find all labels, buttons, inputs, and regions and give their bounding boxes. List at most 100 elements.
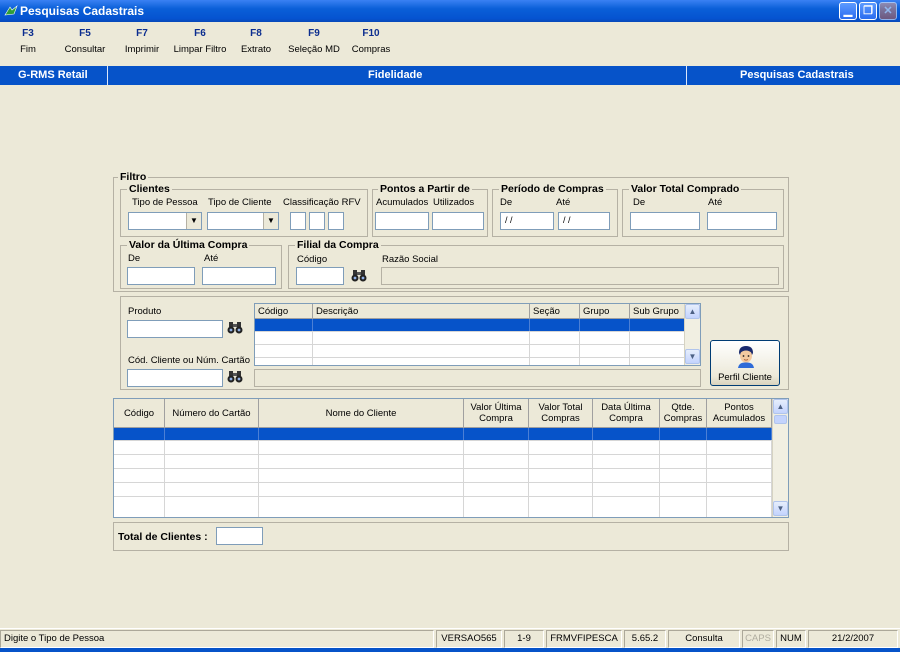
clientes-grid-scrollbar[interactable]: ▲ ▼ bbox=[772, 399, 788, 517]
column-header[interactable]: Grupo bbox=[580, 304, 630, 318]
table-row[interactable] bbox=[114, 469, 772, 483]
scroll-thumb[interactable] bbox=[774, 415, 787, 424]
column-header[interactable]: Sub Grupo bbox=[630, 304, 685, 318]
periodo-de-input[interactable]: / / bbox=[500, 212, 554, 230]
valor-total-de-input[interactable] bbox=[630, 212, 700, 230]
band-separator bbox=[686, 66, 687, 85]
rfv-f-input[interactable] bbox=[309, 212, 325, 230]
produto-description-field bbox=[254, 369, 701, 387]
rfv-v-input[interactable] bbox=[328, 212, 344, 230]
table-row[interactable] bbox=[255, 345, 685, 358]
status-mode: Consulta bbox=[668, 630, 740, 648]
toolbar-key: F5 bbox=[79, 28, 91, 39]
toolbar-compras-button[interactable]: F10 Compras bbox=[349, 28, 393, 55]
column-header[interactable]: Qtde. Compras bbox=[660, 399, 707, 427]
toolbar-label: Compras bbox=[351, 44, 391, 55]
produto-input[interactable] bbox=[127, 320, 223, 338]
table-row[interactable] bbox=[255, 358, 685, 365]
toolbar-consultar-button[interactable]: F5 Consultar bbox=[62, 28, 108, 55]
clientes-grid[interactable]: Código Número do Cartão Nome do Cliente … bbox=[113, 398, 789, 518]
column-header[interactable]: Valor Última Compra bbox=[464, 399, 529, 427]
column-header[interactable]: Número do Cartão bbox=[165, 399, 259, 427]
toolbar-key: F7 bbox=[136, 28, 148, 39]
valor-total-ate-input[interactable] bbox=[707, 212, 777, 230]
periodo-ate-label: Até bbox=[556, 197, 571, 208]
table-row[interactable] bbox=[114, 483, 772, 497]
column-header[interactable]: Código bbox=[255, 304, 313, 318]
ultima-compra-de-input[interactable] bbox=[127, 267, 195, 285]
scroll-up-icon[interactable]: ▲ bbox=[773, 399, 788, 414]
tipo-pessoa-select[interactable]: ▼ bbox=[128, 212, 202, 230]
scroll-down-icon[interactable]: ▼ bbox=[685, 349, 700, 364]
column-header[interactable]: Pontos Acumulados bbox=[707, 399, 772, 427]
toolbar-key: F3 bbox=[22, 28, 34, 39]
filial-codigo-input[interactable] bbox=[296, 267, 344, 285]
table-row[interactable] bbox=[114, 428, 772, 441]
column-header[interactable]: Nome do Cliente bbox=[259, 399, 464, 427]
pontos-utilizados-input[interactable] bbox=[432, 212, 484, 230]
toolbar-fim-button[interactable]: F3 Fim bbox=[15, 28, 41, 55]
binoculars-icon[interactable] bbox=[226, 369, 244, 385]
periodo-ate-input[interactable]: / / bbox=[558, 212, 610, 230]
cod-cliente-input[interactable] bbox=[127, 369, 223, 387]
binoculars-icon[interactable] bbox=[350, 268, 368, 284]
ultima-compra-de-label: De bbox=[128, 253, 141, 264]
clientes-grid-header: Código Número do Cartão Nome do Cliente … bbox=[114, 399, 772, 428]
status-build: 5.65.2 bbox=[624, 630, 666, 648]
periodo-de-label: De bbox=[500, 197, 513, 208]
chevron-down-icon[interactable]: ▼ bbox=[263, 213, 278, 229]
utilizados-label: Utilizados bbox=[433, 197, 475, 208]
column-header[interactable]: Data Última Compra bbox=[593, 399, 660, 427]
razao-social-label: Razão Social bbox=[382, 254, 438, 265]
table-row[interactable] bbox=[114, 441, 772, 455]
ultima-compra-ate-input[interactable] bbox=[202, 267, 276, 285]
filial-codigo-label: Código bbox=[297, 254, 328, 265]
table-row[interactable] bbox=[255, 332, 685, 345]
title-bar: Pesquisas Cadastrais ▁ ❐ ✕ bbox=[0, 0, 900, 22]
minimize-button[interactable]: ▁ bbox=[839, 2, 857, 20]
person-icon bbox=[738, 346, 754, 368]
table-row[interactable] bbox=[114, 497, 772, 517]
column-header[interactable]: Código bbox=[114, 399, 165, 427]
band-screen-name: Pesquisas Cadastrais bbox=[740, 69, 854, 81]
binoculars-icon[interactable] bbox=[226, 320, 244, 336]
rfv-r-input[interactable] bbox=[290, 212, 306, 230]
toolbar-label: Consultar bbox=[64, 44, 106, 55]
scroll-down-icon[interactable]: ▼ bbox=[773, 501, 788, 516]
band-module-name: Fidelidade bbox=[368, 69, 423, 81]
clientes-title: Clientes bbox=[127, 183, 172, 195]
toolbar-selecao-md-button[interactable]: F9 Seleção MD bbox=[286, 28, 342, 55]
table-row[interactable] bbox=[114, 455, 772, 469]
toolbar-limpar-filtro-button[interactable]: F6 Limpar Filtro bbox=[171, 28, 229, 55]
maximize-button[interactable]: ❐ bbox=[859, 2, 877, 20]
perfil-cliente-button[interactable]: Perfil Cliente bbox=[710, 340, 780, 386]
status-form: FRMVFIPESCA bbox=[546, 630, 622, 648]
column-header[interactable]: Valor Total Compras bbox=[529, 399, 593, 427]
produto-grid[interactable]: Código Descrição Seção Grupo Sub Grupo ▲… bbox=[254, 303, 701, 366]
classificacao-rfv-label: Classificação RFV bbox=[283, 197, 361, 208]
toolbar-key: F10 bbox=[362, 28, 380, 39]
close-button[interactable]: ✕ bbox=[879, 2, 897, 20]
scroll-up-icon[interactable]: ▲ bbox=[685, 304, 700, 319]
toolbar-key: F6 bbox=[194, 28, 206, 39]
periodo-title: Período de Compras bbox=[499, 183, 606, 195]
tipo-cliente-select[interactable]: ▼ bbox=[207, 212, 279, 230]
function-key-toolbar: F3 Fim F5 Consultar F7 Imprimir F6 Limpa… bbox=[0, 22, 900, 64]
toolbar-imprimir-button[interactable]: F7 Imprimir bbox=[122, 28, 162, 55]
chevron-down-icon[interactable]: ▼ bbox=[186, 213, 201, 229]
table-row[interactable] bbox=[255, 319, 685, 332]
status-date: 21/2/2007 bbox=[808, 630, 898, 648]
app-icon bbox=[4, 5, 18, 16]
column-header[interactable]: Seção bbox=[530, 304, 580, 318]
status-message: Digite o Tipo de Pessoa bbox=[0, 630, 434, 648]
ultima-compra-title: Valor da Última Compra bbox=[127, 239, 250, 251]
toolbar-extrato-button[interactable]: F8 Extrato bbox=[237, 28, 275, 55]
total-clientes-field bbox=[216, 527, 263, 545]
acumulados-label: Acumulados bbox=[376, 197, 429, 208]
valor-total-de-label: De bbox=[633, 197, 646, 208]
pontos-acumulados-input[interactable] bbox=[375, 212, 429, 230]
produto-grid-scrollbar[interactable]: ▲ ▼ bbox=[684, 304, 700, 365]
toolbar-key: F9 bbox=[308, 28, 320, 39]
status-caps: CAPS bbox=[742, 630, 774, 648]
column-header[interactable]: Descrição bbox=[313, 304, 530, 318]
